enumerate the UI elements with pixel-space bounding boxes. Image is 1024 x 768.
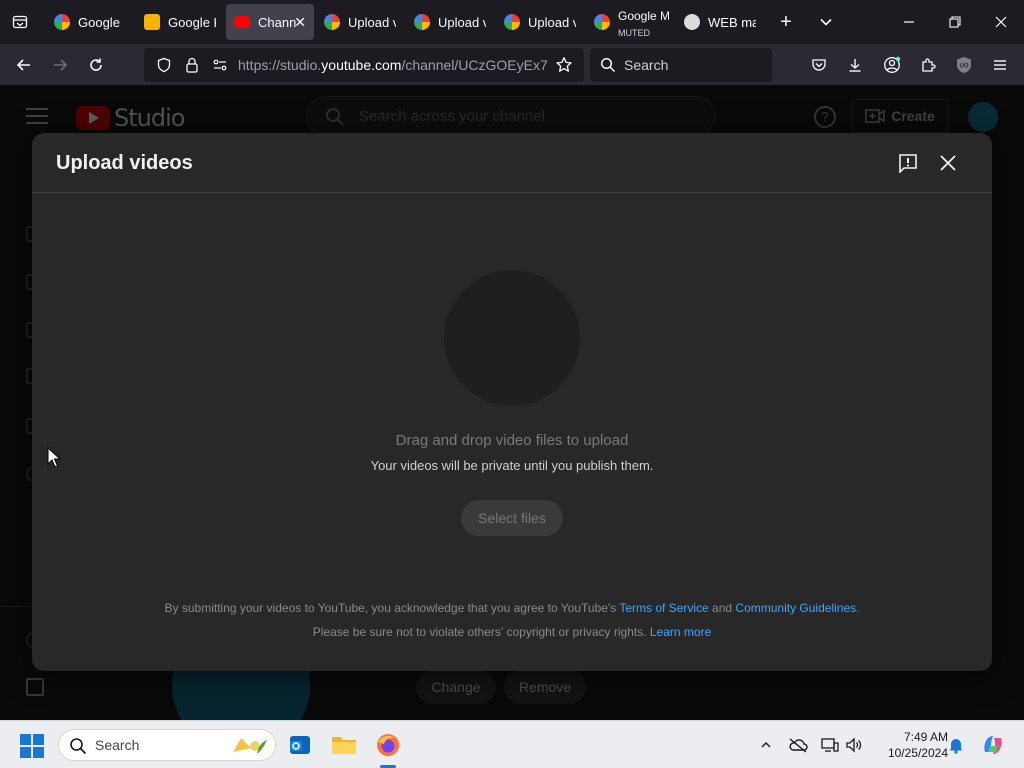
youtube-icon: [234, 16, 250, 28]
search-highlight-icon: [229, 734, 269, 756]
tab-label: Upload v: [348, 14, 396, 30]
tab-label: Google M: [618, 9, 671, 23]
close-tab-icon[interactable]: ✕: [294, 14, 306, 31]
clock-time: 7:49 AM: [903, 730, 948, 744]
account-icon[interactable]: [874, 48, 910, 82]
volume-icon[interactable]: [844, 735, 864, 755]
browser-tab[interactable]: Chann ✕: [226, 4, 314, 40]
copyright-notice-text: Please be sure not to violate others' co…: [312, 625, 650, 639]
notification-bell-icon[interactable]: [946, 735, 966, 755]
select-files-button[interactable]: Select files: [461, 500, 563, 536]
close-icon[interactable]: [932, 147, 964, 179]
copilot-icon[interactable]: [980, 732, 1006, 758]
windows-start-icon[interactable]: [20, 734, 44, 758]
tab-label: Upload v: [528, 14, 576, 30]
show-hidden-icons-chevron[interactable]: [756, 735, 776, 755]
legal-notice-line2: Please be sure not to violate others' co…: [32, 625, 992, 639]
legal-period: .: [856, 601, 860, 615]
restore-window-button[interactable]: [932, 0, 978, 44]
reload-button[interactable]: [78, 47, 114, 83]
drag-drop-text: Drag and drop video files to upload: [395, 432, 629, 449]
ublock-origin-icon[interactable]: UO: [946, 48, 982, 82]
url-text: https://studio.youtube.com/channel/UCzGO…: [238, 57, 548, 73]
pocket-icon[interactable]: [801, 48, 837, 82]
browser-search-field[interactable]: Search: [590, 48, 772, 82]
firefox-app-icon[interactable]: [372, 729, 404, 761]
legal-and-text: and: [708, 601, 736, 615]
svg-text:UO: UO: [960, 64, 969, 70]
extensions-icon[interactable]: [910, 48, 946, 82]
taskbar-search-placeholder: Search: [95, 737, 140, 753]
tab-list-icon[interactable]: [0, 0, 40, 44]
google-icon: [54, 14, 70, 30]
search-icon: [69, 737, 87, 758]
outlook-app-icon[interactable]: [284, 729, 316, 761]
browser-tab[interactable]: Google: [46, 4, 134, 40]
mouse-cursor-icon: [47, 447, 61, 468]
learn-more-link[interactable]: Learn more: [650, 625, 711, 639]
browser-nav-bar: https://studio.youtube.com/channel/UCzGO…: [0, 44, 1024, 86]
forward-button[interactable]: [42, 47, 78, 83]
google-icon: [414, 14, 430, 30]
back-button[interactable]: [6, 47, 42, 83]
list-all-tabs-icon[interactable]: [806, 0, 846, 44]
search-icon: [600, 57, 616, 73]
browser-tab[interactable]: Google K: [136, 4, 224, 40]
app-menu-icon[interactable]: [982, 48, 1018, 82]
keep-icon: [144, 14, 160, 30]
browser-tab[interactable]: Upload v: [406, 4, 494, 40]
browser-tab-bar: Google Google K Chann✕ Upload v Upload v Uplo…: [0, 0, 1024, 44]
windows-taskbar: Search 7:49 AM 10/25/2024: [0, 720, 1024, 768]
send-feedback-icon[interactable]: [892, 147, 924, 179]
lock-icon[interactable]: [178, 51, 206, 79]
system-clock[interactable]: 7:49 AM 10/25/2024: [872, 729, 948, 761]
browser-tab[interactable]: Google M MUTED: [586, 4, 674, 40]
tab-label: Upload v: [438, 14, 486, 30]
google-icon: [594, 14, 610, 30]
page-content: Studio Search across your channel ? Crea…: [0, 86, 1024, 720]
dialog-title: Upload videos: [56, 152, 193, 174]
upload-arrow-icon[interactable]: [444, 270, 580, 406]
upload-videos-dialog: Upload videos Drag and drop video files …: [32, 133, 992, 671]
community-guidelines-link[interactable]: Community Guidelines: [735, 601, 856, 615]
tab-label: WEB mac: [708, 14, 756, 30]
tab-label: Google K: [168, 14, 216, 30]
legal-text: By submitting your videos to YouTube, yo…: [164, 601, 620, 615]
close-window-button[interactable]: [978, 0, 1024, 44]
clock-date: 10/25/2024: [887, 746, 948, 760]
private-notice-text: Your videos will be private until you pu…: [370, 458, 654, 473]
address-bar[interactable]: https://studio.youtube.com/channel/UCzGO…: [144, 48, 584, 82]
legal-notice-line1: By submitting your videos to YouTube, yo…: [32, 601, 992, 615]
file-explorer-icon[interactable]: [328, 729, 360, 761]
browser-tab[interactable]: Upload v: [496, 4, 584, 40]
eye-icon: [684, 14, 700, 30]
taskbar-search-input[interactable]: Search: [58, 729, 276, 761]
browser-tab[interactable]: WEB mac: [676, 4, 764, 40]
new-tab-button[interactable]: +: [766, 0, 806, 44]
minimize-window-button[interactable]: [886, 0, 932, 44]
tracking-protection-icon[interactable]: [150, 51, 178, 79]
onedrive-offline-icon[interactable]: [788, 735, 808, 755]
network-icon[interactable]: [820, 735, 840, 755]
dialog-header: Upload videos: [32, 133, 992, 193]
terms-of-service-link[interactable]: Terms of Service: [619, 601, 708, 615]
downloads-icon[interactable]: [837, 48, 873, 82]
tab-muted-label: MUTED: [618, 28, 650, 38]
site-permissions-icon[interactable]: [206, 51, 234, 79]
google-icon: [504, 14, 520, 30]
google-icon: [324, 14, 340, 30]
browser-search-placeholder: Search: [624, 57, 669, 73]
tab-label: Google: [78, 14, 120, 30]
bookmark-star-icon[interactable]: [550, 51, 578, 79]
browser-tab[interactable]: Upload v: [316, 4, 404, 40]
